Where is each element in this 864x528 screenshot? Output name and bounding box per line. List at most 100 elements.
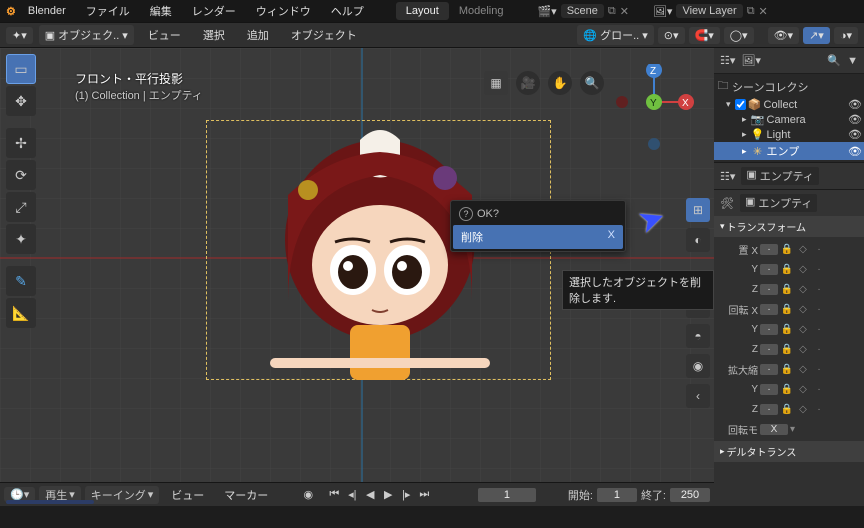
gizmo-toggle-icon[interactable]: ↗▾ xyxy=(803,27,830,44)
start-frame[interactable]: 1 xyxy=(597,488,637,502)
view-camera-icon[interactable]: 🎥 xyxy=(516,71,540,95)
snap-icon[interactable]: 🧲▾ xyxy=(689,27,720,44)
mode-selector[interactable]: ▣ オブジェク..▾ xyxy=(39,25,134,45)
eye-icon[interactable]: 👁 xyxy=(848,128,862,141)
transform-panel-title[interactable]: ▾トランスフォーム xyxy=(714,216,864,237)
timeline-view[interactable]: ビュー xyxy=(163,487,212,503)
navigation-gizmo[interactable]: Y X Z xyxy=(614,64,694,184)
jump-start-icon[interactable]: ⏮ xyxy=(326,487,342,503)
pivot-icon[interactable]: ⊙▾ xyxy=(658,27,685,44)
view-zoom-icon[interactable]: 🔍 xyxy=(580,71,604,95)
overlay-toggle-icon[interactable]: ◑▾ xyxy=(834,27,858,44)
workspace-tab-modeling[interactable]: Modeling xyxy=(449,2,514,20)
scale-y-row[interactable]: Y·🔒◇· xyxy=(718,379,864,399)
outliner-empty[interactable]: ▸✳ エンプ 👁 xyxy=(714,142,864,160)
autokey-icon[interactable]: ◉ xyxy=(300,487,316,503)
properties-tool-icon[interactable]: 🛠 xyxy=(720,197,734,210)
menu-edit[interactable]: 編集 xyxy=(142,3,180,19)
rotation-mode-row[interactable]: 回転モX▾ xyxy=(718,419,864,439)
viewlayer-delete-icon[interactable]: ✕ xyxy=(759,5,768,18)
scene-selector[interactable]: 🎬▾ Scene ⧉ ✕ xyxy=(537,4,629,18)
outliner-editor-icon[interactable]: ☷▾ xyxy=(720,54,735,67)
viewlayer-name: View Layer xyxy=(682,5,736,17)
location-x-row[interactable]: 置 X·🔒◇· xyxy=(718,239,864,259)
orientation-icon: 🌐 xyxy=(583,29,597,42)
svg-text:Z: Z xyxy=(650,66,656,77)
location-z-row[interactable]: Z·🔒◇· xyxy=(718,279,864,299)
view-grid-icon[interactable]: ▦ xyxy=(484,71,508,95)
side-xray-icon[interactable]: ◐ xyxy=(686,228,710,252)
collection-checkbox[interactable] xyxy=(735,99,746,110)
properties-editor-icon[interactable]: ☷▾ xyxy=(720,170,735,183)
visibility-icon[interactable]: 👁▾ xyxy=(768,27,800,44)
properties-context-2[interactable]: ▣ エンプティ xyxy=(740,194,817,212)
hdr-view[interactable]: ビュー xyxy=(140,27,189,43)
outliner-collection[interactable]: ▾ 📦 Collect 👁 xyxy=(714,97,864,112)
delta-transform-title[interactable]: ▸デルタトランス xyxy=(714,441,864,462)
tool-rotate[interactable]: ⟳ xyxy=(6,160,36,190)
orientation-drop[interactable]: 🌐グロー..▾ xyxy=(577,25,653,45)
rotation-x-row[interactable]: 回転 X·🔒◇· xyxy=(718,299,864,319)
mode-label: オブジェク.. xyxy=(58,27,119,43)
eye-icon[interactable]: 👁 xyxy=(848,113,862,126)
timeline-scrollbar[interactable] xyxy=(6,500,94,504)
tool-cursor[interactable]: ✥ xyxy=(6,86,36,116)
outliner-camera[interactable]: ▸📷 Camera 👁 xyxy=(714,112,864,127)
hdr-object[interactable]: オブジェクト xyxy=(283,27,365,43)
tool-measure[interactable]: 📐 xyxy=(6,298,36,328)
current-frame[interactable]: 1 xyxy=(478,488,536,502)
side-wireframe-icon[interactable]: ⊞ xyxy=(686,198,710,222)
outliner[interactable]: 🗀 シーンコレクシ ▾ 📦 Collect 👁 ▸📷 Camera 👁 ▸💡 L… xyxy=(714,74,864,162)
anim-icon[interactable]: ◇ xyxy=(796,244,810,255)
scale-z-row[interactable]: Z·🔒◇· xyxy=(718,399,864,419)
proportional-edit-icon[interactable]: ◯▾ xyxy=(724,27,754,44)
viewlayer-selector[interactable]: 🖼▾ View Layer ⧉ ✕ xyxy=(653,4,768,18)
menu-render[interactable]: レンダー xyxy=(184,3,244,19)
view-pan-icon[interactable]: ✋ xyxy=(548,71,572,95)
location-y-row[interactable]: Y·🔒◇· xyxy=(718,259,864,279)
menu-window[interactable]: ウィンドウ xyxy=(248,3,319,19)
menu-help[interactable]: ヘルプ xyxy=(323,3,372,19)
jump-end-icon[interactable]: ⏭ xyxy=(416,487,432,503)
timeline-marker[interactable]: マーカー xyxy=(216,487,276,503)
scene-delete-icon[interactable]: ✕ xyxy=(620,5,629,18)
rotation-y-row[interactable]: Y·🔒◇· xyxy=(718,319,864,339)
outliner-filter-funnel-icon[interactable]: ▼ xyxy=(847,55,858,67)
outliner-filter-icon[interactable]: 🖼▾ xyxy=(741,54,761,67)
tool-select-box[interactable]: ▭ xyxy=(6,54,36,84)
hdr-add[interactable]: 追加 xyxy=(239,27,277,43)
tool-scale[interactable]: ⤢ xyxy=(6,192,36,222)
tool-move[interactable]: ✢ xyxy=(6,128,36,158)
play-reverse-icon[interactable]: ◀ xyxy=(362,487,378,503)
scene-new-icon[interactable]: ⧉ xyxy=(608,5,616,18)
outliner-scene-collection[interactable]: 🗀 シーンコレクシ xyxy=(714,76,864,97)
eye-icon[interactable]: 👁 xyxy=(848,98,862,111)
side-preview-icon[interactable]: ◓ xyxy=(686,324,710,348)
side-render-icon[interactable]: ◉ xyxy=(686,354,710,378)
end-frame[interactable]: 250 xyxy=(670,488,710,502)
menu-file[interactable]: ファイル xyxy=(78,3,138,19)
scale-x-row[interactable]: 拡大縮·🔒◇· xyxy=(718,359,864,379)
main-area: ▭ ✥ ✢ ⟳ ⤢ ✦ ✎ 📐 フロント・平行投影 (1) Collection… xyxy=(0,48,864,506)
eye-icon[interactable]: 👁 xyxy=(848,145,862,158)
viewlayer-new-icon[interactable]: ⧉ xyxy=(747,5,755,18)
tool-annotate[interactable]: ✎ xyxy=(6,266,36,296)
properties-context-1[interactable]: ▣ エンプティ xyxy=(741,167,818,185)
outliner-light[interactable]: ▸💡 Light 👁 xyxy=(714,127,864,142)
outliner-search-icon[interactable]: 🔍 xyxy=(827,54,841,67)
start-label: 開始: xyxy=(568,487,593,503)
tool-transform[interactable]: ✦ xyxy=(6,224,36,254)
side-collapse-icon[interactable]: ‹ xyxy=(686,384,710,408)
timeline-keying-menu[interactable]: キーイング▾ xyxy=(85,486,160,504)
editor-type-icon[interactable]: ✦▾ xyxy=(6,27,33,44)
popup-delete-action[interactable]: 削除 X xyxy=(453,225,623,249)
hdr-select[interactable]: 選択 xyxy=(195,27,233,43)
app-name[interactable]: Blender xyxy=(20,5,74,17)
rotation-z-row[interactable]: Z·🔒◇· xyxy=(718,339,864,359)
workspace-tab-layout[interactable]: Layout xyxy=(396,2,449,20)
3d-viewport[interactable]: ▭ ✥ ✢ ⟳ ⤢ ✦ ✎ 📐 フロント・平行投影 (1) Collection… xyxy=(0,48,714,506)
keyframe-prev-icon[interactable]: ◂| xyxy=(344,487,360,503)
lock-icon[interactable]: 🔒 xyxy=(780,244,794,255)
keyframe-next-icon[interactable]: |▸ xyxy=(398,487,414,503)
play-forward-icon[interactable]: ▶ xyxy=(380,487,396,503)
